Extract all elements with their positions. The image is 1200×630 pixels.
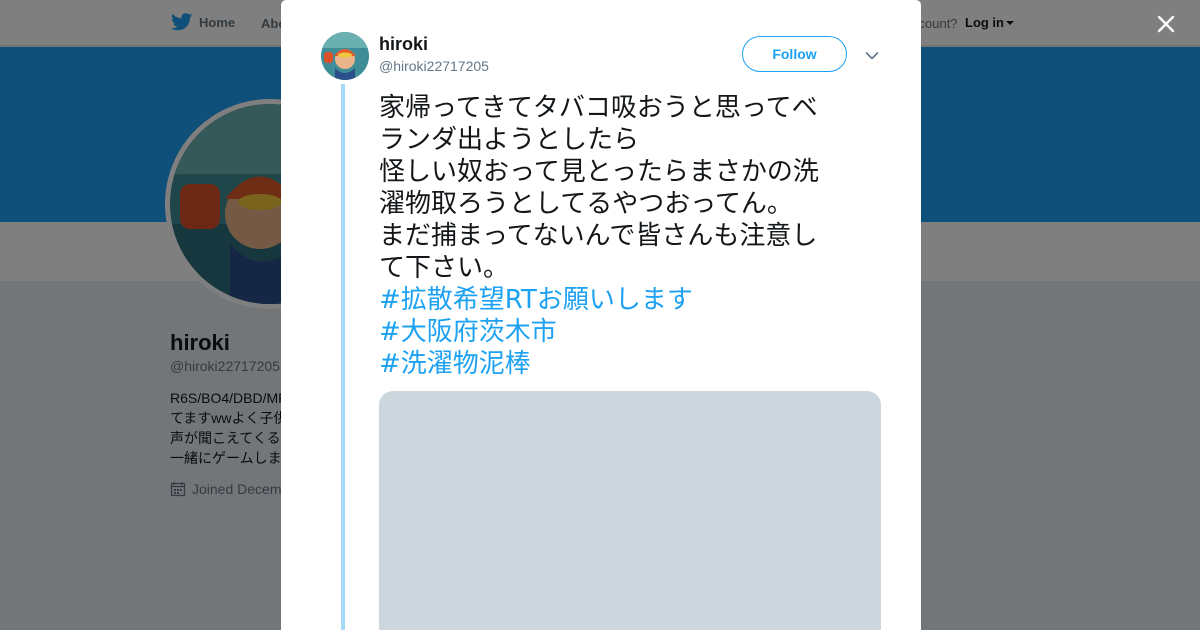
thread-line <box>341 84 345 630</box>
hashtag-link[interactable]: #拡散希望RTお願いします <box>379 284 879 316</box>
tweet-text-line: 濯物取ろうとしてるやつおってん。 <box>379 189 793 219</box>
tweet-text-line: 家帰ってきてタバコ吸おうと思ってベ <box>379 93 818 123</box>
tweet-text-line: ランダ出ようとしたら <box>379 125 640 155</box>
hashtag-link[interactable]: #大阪府茨木市 <box>379 316 879 348</box>
tweet-modal: hiroki @hiroki22717205 Follow 家帰ってきてタバコ吸… <box>281 0 921 630</box>
tweet-text: 家帰ってきてタバコ吸おうと思ってベ ランダ出ようとしたら 怪しい奴おって見とった… <box>379 92 879 380</box>
tweet-author-name[interactable]: hiroki <box>379 34 428 55</box>
tweet-author-handle[interactable]: @hiroki22717205 <box>379 58 489 74</box>
tweet-text-line: まだ捕まってないんで皆さんも注意し <box>379 221 818 251</box>
close-icon[interactable] <box>1152 10 1180 38</box>
hashtag-link[interactable]: #洗濯物泥棒 <box>379 348 879 380</box>
tweet-author-avatar[interactable] <box>321 32 369 80</box>
follow-button[interactable]: Follow <box>742 36 847 72</box>
tweet-text-line: 怪しい奴おって見とったらまさかの洗 <box>379 157 819 187</box>
tweet-text-line: て下さい。 <box>379 253 510 283</box>
chevron-down-icon[interactable] <box>865 48 879 60</box>
tweet-media-placeholder[interactable] <box>379 391 881 630</box>
